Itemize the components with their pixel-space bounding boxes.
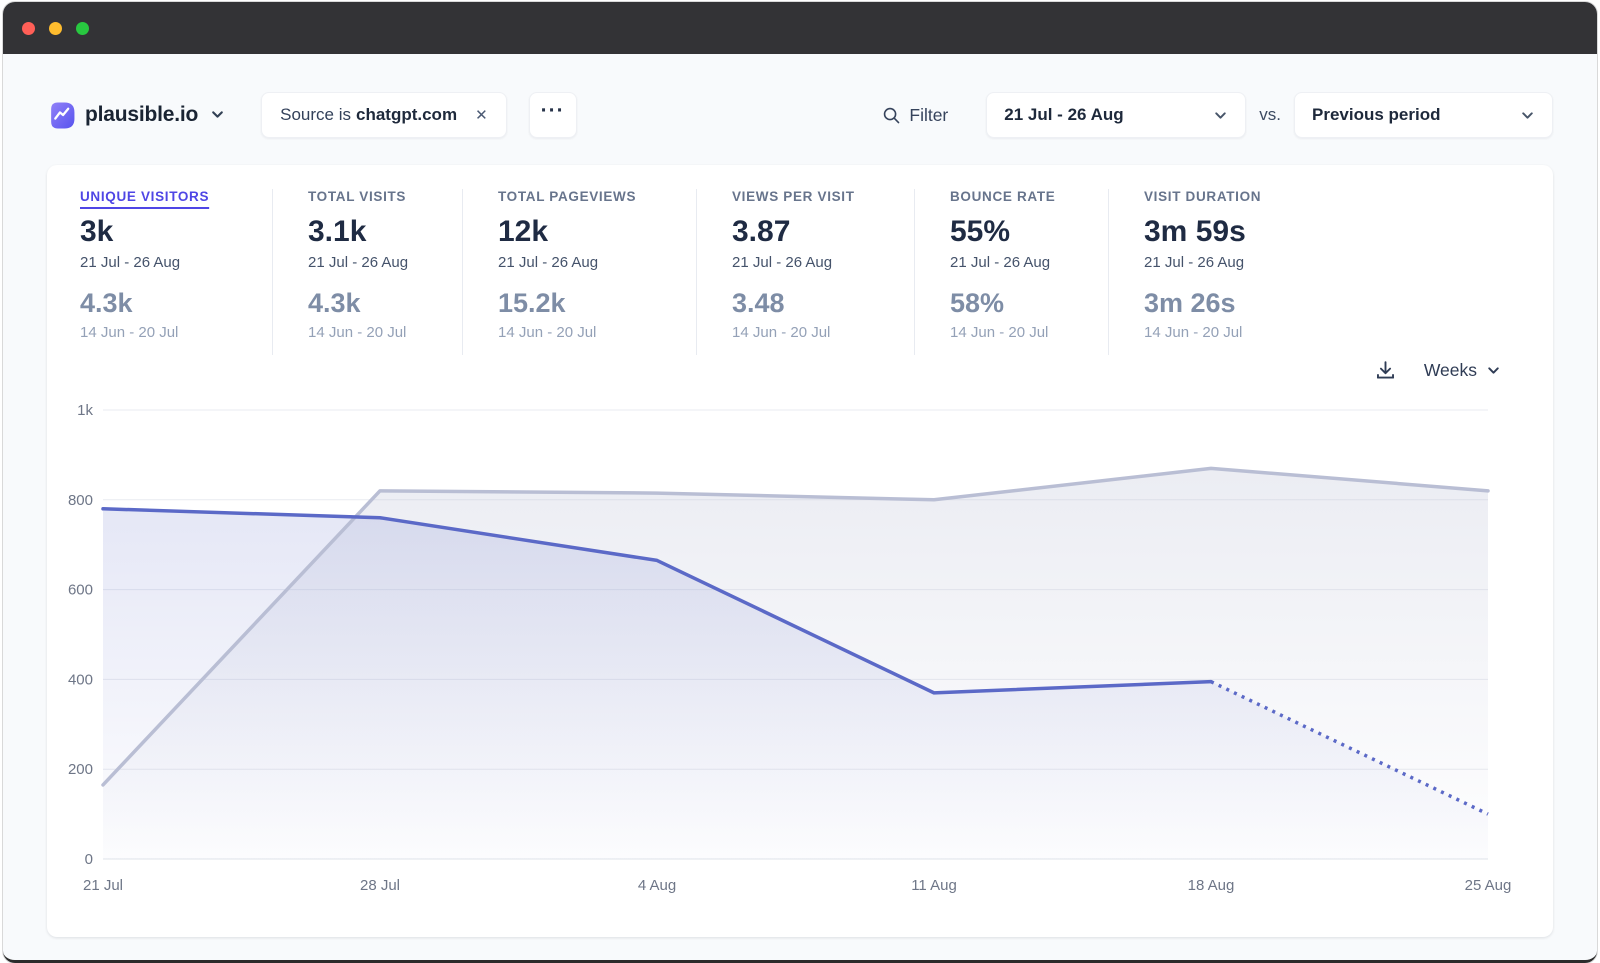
stat-period: 21 Jul - 26 Aug	[1144, 254, 1348, 271]
stat-value: 3m 59s	[1144, 215, 1348, 249]
stat-prev-period: 14 Jun - 20 Jul	[950, 324, 1108, 341]
stat-value: 3.1k	[308, 215, 462, 249]
stat-prev-value: 4.3k	[80, 288, 272, 319]
stat-views-per-visit[interactable]: Views per visit 3.87 21 Jul - 26 Aug 3.4…	[696, 189, 914, 355]
svg-text:200: 200	[68, 761, 93, 778]
stats-row: Unique visitors 3k 21 Jul - 26 Aug 4.3k …	[47, 165, 1553, 355]
svg-text:0: 0	[85, 851, 93, 868]
date-range-select[interactable]: 21 Jul - 26 Aug	[986, 92, 1246, 138]
stat-unique-visitors[interactable]: Unique visitors 3k 21 Jul - 26 Aug 4.3k …	[80, 189, 272, 355]
chart-controls: Weeks	[1374, 359, 1501, 382]
screenshot-root: plausible.io Source is chatgpt.com ✕ ···…	[0, 0, 1600, 963]
chevron-down-icon	[1520, 108, 1535, 123]
chevron-down-icon	[210, 107, 225, 127]
visitors-chart-svg: 0 200 400 600 800 1k 21 Jul 28 Jul 4 Aug 11 Aug 18…	[55, 392, 1547, 897]
comparison-select[interactable]: Previous period	[1294, 92, 1553, 138]
svg-text:800: 800	[68, 492, 93, 509]
download-icon	[1374, 359, 1397, 382]
search-icon	[882, 106, 901, 125]
stat-total-pageviews[interactable]: Total pageviews 12k 21 Jul - 26 Aug 15.2…	[462, 189, 696, 355]
filter-button[interactable]: Filter	[882, 105, 948, 126]
more-filters-button[interactable]: ···	[529, 92, 577, 138]
svg-text:21 Jul: 21 Jul	[83, 877, 123, 894]
site-switcher[interactable]: plausible.io	[47, 101, 225, 130]
site-name: plausible.io	[85, 103, 198, 127]
minimize-window-button[interactable]	[49, 22, 62, 35]
stat-prev-period: 14 Jun - 20 Jul	[80, 324, 272, 341]
filter-chip-prefix: Source is	[280, 105, 351, 125]
window-titlebar	[3, 2, 1597, 54]
stat-value: 12k	[498, 215, 696, 249]
chevron-down-icon	[1486, 363, 1501, 378]
stat-label[interactable]: Unique visitors	[80, 189, 272, 204]
stat-label[interactable]: Views per visit	[732, 189, 914, 204]
stat-label[interactable]: Visit duration	[1144, 189, 1348, 204]
stat-prev-value: 3m 26s	[1144, 288, 1348, 319]
svg-text:1k: 1k	[77, 402, 93, 419]
stat-prev-period: 14 Jun - 20 Jul	[498, 324, 696, 341]
stat-period: 21 Jul - 26 Aug	[308, 254, 462, 271]
download-export-button[interactable]	[1374, 359, 1397, 382]
close-window-button[interactable]	[22, 22, 35, 35]
plausible-logo-icon	[47, 101, 76, 130]
stat-visit-duration[interactable]: Visit duration 3m 59s 21 Jul - 26 Aug 3m…	[1108, 189, 1348, 355]
interval-value: Weeks	[1424, 360, 1477, 381]
comparison-value: Previous period	[1312, 105, 1440, 125]
date-range-value: 21 Jul - 26 Aug	[1004, 105, 1123, 125]
filter-chip-value: chatgpt.com	[356, 105, 457, 125]
chevron-down-icon	[1213, 108, 1228, 123]
interval-select[interactable]: Weeks	[1424, 360, 1501, 381]
stat-value: 55%	[950, 215, 1108, 249]
stat-period: 21 Jul - 26 Aug	[80, 254, 272, 271]
stat-period: 21 Jul - 26 Aug	[950, 254, 1108, 271]
stat-value: 3k	[80, 215, 272, 249]
svg-text:25 Aug: 25 Aug	[1465, 877, 1512, 894]
stat-prev-value: 58%	[950, 288, 1108, 319]
stat-prev-period: 14 Jun - 20 Jul	[732, 324, 914, 341]
app-window: plausible.io Source is chatgpt.com ✕ ···…	[3, 2, 1597, 963]
stat-prev-value: 4.3k	[308, 288, 462, 319]
stat-label[interactable]: Total pageviews	[498, 189, 696, 204]
stat-total-visits[interactable]: Total visits 3.1k 21 Jul - 26 Aug 4.3k 1…	[272, 189, 462, 355]
stat-label[interactable]: Bounce rate	[950, 189, 1108, 204]
stat-label[interactable]: Total visits	[308, 189, 462, 204]
dashboard-card: Unique visitors 3k 21 Jul - 26 Aug 4.3k …	[47, 165, 1553, 937]
remove-filter-icon[interactable]: ✕	[475, 106, 488, 124]
svg-text:11 Aug: 11 Aug	[911, 877, 957, 894]
svg-text:28 Jul: 28 Jul	[360, 877, 400, 894]
stat-prev-value: 15.2k	[498, 288, 696, 319]
filter-chip-source[interactable]: Source is chatgpt.com ✕	[261, 92, 507, 138]
svg-text:4 Aug: 4 Aug	[638, 877, 676, 894]
stat-period: 21 Jul - 26 Aug	[732, 254, 914, 271]
stat-prev-value: 3.48	[732, 288, 914, 319]
stat-prev-period: 14 Jun - 20 Jul	[308, 324, 462, 341]
dashboard-header: plausible.io Source is chatgpt.com ✕ ···…	[47, 92, 1553, 138]
stat-period: 21 Jul - 26 Aug	[498, 254, 696, 271]
svg-text:400: 400	[68, 671, 93, 688]
vs-label: vs.	[1259, 105, 1281, 125]
filter-button-label: Filter	[909, 105, 948, 126]
svg-text:18 Aug: 18 Aug	[1188, 877, 1235, 894]
stat-prev-period: 14 Jun - 20 Jul	[1144, 324, 1348, 341]
stat-bounce-rate[interactable]: Bounce rate 55% 21 Jul - 26 Aug 58% 14 J…	[914, 189, 1108, 355]
stat-value: 3.87	[732, 215, 914, 249]
fullscreen-window-button[interactable]	[76, 22, 89, 35]
svg-text:600: 600	[68, 582, 93, 599]
visitors-chart[interactable]: 0 200 400 600 800 1k 21 Jul 28 Jul 4 Aug 11 Aug 18…	[55, 392, 1547, 897]
